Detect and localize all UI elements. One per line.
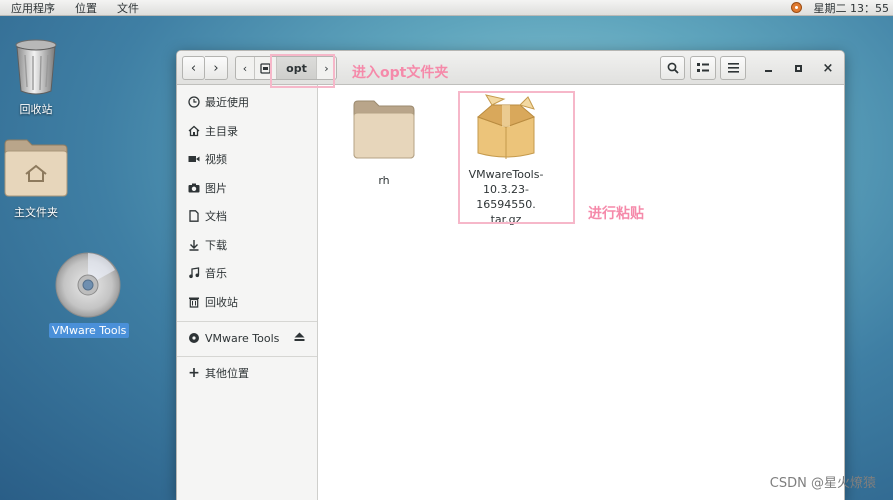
forward-button[interactable]: › <box>205 56 228 80</box>
annotation-box-file <box>458 91 575 224</box>
desktop-icon-trash[interactable]: 回收站 <box>9 37 63 118</box>
file-name: rh <box>378 174 390 187</box>
sidebar-item-label: 主目录 <box>205 125 238 138</box>
sidebar-item-home[interactable]: 主目录 <box>177 117 317 145</box>
sidebar-item-downloads[interactable]: 下载 <box>177 231 317 259</box>
sidebar-item-label: 最近使用 <box>205 96 249 109</box>
minimize-button[interactable] <box>760 60 776 76</box>
file-item-rh-folder[interactable]: rh <box>346 99 422 188</box>
chevron-left-icon: ‹ <box>190 60 197 76</box>
path-scroll-left[interactable]: ‹ <box>236 57 255 79</box>
sidebar: 最近使用 主目录 视频 图片 文档 下载 音乐 回收站 VMware Tools… <box>177 85 318 500</box>
maximize-icon <box>794 64 802 72</box>
sidebar-item-label: 回收站 <box>205 296 238 309</box>
close-button[interactable]: × <box>820 60 836 76</box>
sidebar-item-recent[interactable]: 最近使用 <box>177 88 317 116</box>
chevron-left-icon: ‹ <box>242 61 248 75</box>
clock-icon <box>187 95 201 109</box>
disc-icon <box>187 331 201 345</box>
back-button[interactable]: ‹ <box>182 56 205 80</box>
trash-icon <box>187 295 201 309</box>
sidebar-item-music[interactable]: 音乐 <box>177 259 317 287</box>
sidebar-item-label: 视频 <box>205 153 227 166</box>
close-icon: × <box>822 60 834 76</box>
watermark: CSDN @星火燎猿 <box>769 476 876 491</box>
desktop-icon-label: 回收站 <box>19 103 53 116</box>
search-icon <box>667 62 679 74</box>
sidebar-item-label: 下载 <box>205 239 227 252</box>
annotation-box-opt <box>270 54 335 88</box>
menu-files[interactable]: 文件 <box>106 0 148 16</box>
maximize-button[interactable] <box>790 60 806 76</box>
menu-button[interactable] <box>720 56 746 80</box>
panel-status-area: 星期二 13：55 <box>790 0 893 16</box>
clock[interactable]: 星期二 13：55 <box>814 0 890 16</box>
sidebar-item-label: 其他位置 <box>205 367 249 380</box>
desktop-icon-label: 主文件夹 <box>14 206 58 219</box>
desktop-icon-label: VMware Tools <box>49 323 130 338</box>
user-status-icon[interactable] <box>790 2 802 13</box>
sidebar-item-documents[interactable]: 文档 <box>177 202 317 230</box>
sidebar-item-other-locations[interactable]: + 其他位置 <box>177 359 317 387</box>
sidebar-divider <box>177 321 317 322</box>
document-icon <box>187 209 201 223</box>
annotation-enter-opt: 进入opt文件夹 <box>352 65 449 81</box>
file-view: rh VMwareTools- 10.3.23-16594550. tar.gz <box>318 85 844 500</box>
video-icon <box>187 152 201 166</box>
chevron-right-icon: › <box>213 60 219 76</box>
music-icon <box>187 266 201 280</box>
plus-icon: + <box>188 365 200 381</box>
sidebar-divider <box>177 356 317 357</box>
menu-places[interactable]: 位置 <box>64 0 106 16</box>
desktop-icon-home[interactable]: 主文件夹 <box>3 134 69 221</box>
list-view-icon <box>697 63 709 72</box>
minimize-icon <box>764 70 772 72</box>
sidebar-item-pictures[interactable]: 图片 <box>177 174 317 202</box>
cd-disc-icon <box>55 252 121 318</box>
view-toggle-button[interactable] <box>690 56 716 80</box>
camera-icon <box>187 181 201 195</box>
sidebar-item-label: VMware Tools <box>205 331 280 345</box>
top-panel: 应用程序 位置 文件 星期二 13：55 <box>0 0 893 16</box>
download-icon <box>187 238 201 252</box>
sidebar-item-videos[interactable]: 视频 <box>177 145 317 173</box>
annotation-paste: 进行粘贴 <box>588 206 644 222</box>
sidebar-item-trash[interactable]: 回收站 <box>177 288 317 316</box>
sidebar-item-vmware-tools[interactable]: VMware Tools <box>177 324 317 352</box>
folder-icon <box>353 100 415 159</box>
home-icon <box>187 124 201 138</box>
menu-applications[interactable]: 应用程序 <box>0 0 64 16</box>
eject-icon[interactable] <box>294 332 305 345</box>
hamburger-icon <box>727 63 739 73</box>
sidebar-item-label: 音乐 <box>205 267 227 280</box>
sidebar-item-label: 图片 <box>205 182 227 195</box>
sidebar-item-label: 文档 <box>205 210 227 223</box>
desktop-icon-vmware-tools[interactable]: VMware Tools <box>49 250 130 338</box>
search-button[interactable] <box>660 56 685 80</box>
trash-icon <box>15 39 57 95</box>
home-folder-icon <box>4 139 68 197</box>
